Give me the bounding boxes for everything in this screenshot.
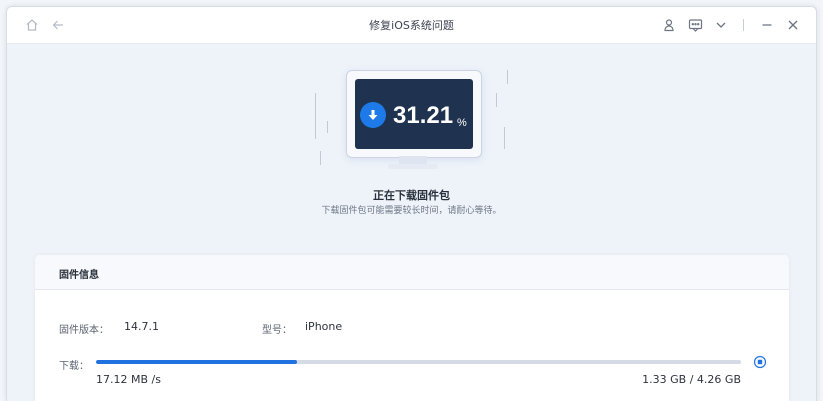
download-size: 1.33 GB / 4.26 GB bbox=[642, 373, 741, 386]
minimize-icon[interactable] bbox=[756, 14, 778, 36]
title-bar-divider bbox=[743, 19, 744, 31]
decorative-line bbox=[504, 127, 505, 149]
monitor-base bbox=[388, 164, 438, 169]
progress-monitor: 31.21 % bbox=[346, 70, 482, 158]
download-progress-bar bbox=[96, 360, 741, 364]
stop-icon bbox=[753, 355, 767, 369]
feedback-icon[interactable] bbox=[684, 14, 706, 36]
card-header: 固件信息 bbox=[35, 255, 789, 290]
decorative-line bbox=[315, 93, 316, 139]
firmware-version-value: 14.7.1 bbox=[124, 320, 159, 333]
download-label: 下载： bbox=[59, 361, 89, 372]
firmware-info-card: 固件信息 固件版本： 14.7.1 型号： iPhone 下载： 17.12 M… bbox=[35, 255, 789, 401]
monitor-screen: 31.21 % bbox=[355, 79, 473, 149]
progress-percentage: 31.21 bbox=[393, 102, 454, 129]
section-title: 固件信息 bbox=[59, 270, 99, 281]
chevron-down-icon[interactable] bbox=[710, 14, 732, 36]
user-icon[interactable] bbox=[658, 14, 680, 36]
firmware-version-label: 固件版本： bbox=[59, 325, 109, 336]
status-heading: 正在下载固件包 bbox=[373, 189, 450, 202]
app-window: 修复iOS系统问题 31.21 % 正在下载固件包 下载固件包可能需要较长时间，… bbox=[6, 6, 817, 401]
stop-download-button[interactable] bbox=[753, 355, 767, 369]
decorative-line bbox=[320, 151, 321, 165]
close-icon[interactable] bbox=[782, 14, 804, 36]
percent-sign: % bbox=[457, 117, 467, 129]
download-arrow-icon bbox=[360, 102, 386, 128]
decorative-line bbox=[507, 70, 508, 84]
title-bar: 修复iOS系统问题 bbox=[7, 7, 816, 44]
decorative-line bbox=[496, 93, 497, 107]
download-speed: 17.12 MB /s bbox=[96, 373, 161, 386]
decorative-line bbox=[327, 121, 328, 133]
download-progress-fill bbox=[96, 360, 298, 364]
status-subtext: 下载固件包可能需要较长时间，请耐心等待。 bbox=[321, 206, 502, 216]
model-label: 型号： bbox=[262, 325, 292, 336]
model-value: iPhone bbox=[305, 320, 343, 333]
